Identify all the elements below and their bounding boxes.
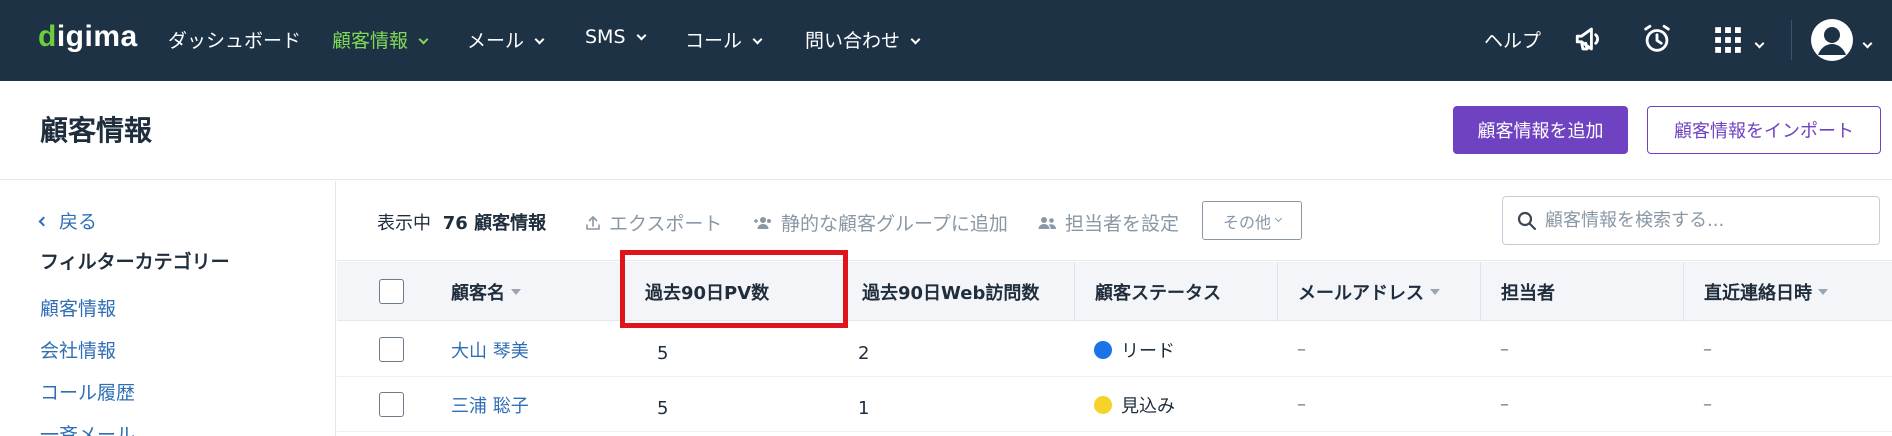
chevron-down-icon: [636, 30, 646, 41]
pv-count-cell: 5: [657, 398, 669, 419]
column-header-web-visits-90d[interactable]: 過去90日Web訪問数: [842, 262, 1074, 321]
nav-help-link[interactable]: ヘルプ: [1484, 26, 1541, 53]
sort-arrow-icon: [1818, 288, 1828, 295]
chevron-down-icon: [910, 34, 921, 45]
table-row[interactable]: 三浦 聡子 5 1 見込み – – –: [337, 377, 1892, 432]
sidebar-item-call-history[interactable]: コール履歴: [40, 378, 135, 405]
chevron-down-icon: [752, 34, 763, 45]
megaphone-icon[interactable]: [1573, 22, 1609, 58]
chevron-down-icon[interactable]: [1754, 22, 1774, 58]
top-navigation-bar: digima ダッシュボード 顧客情報 メール SMS コール 問い合わせ ヘル…: [0, 0, 1892, 81]
filter-sidebar: 戻る フィルターカテゴリー 顧客情報 会社情報 コール履歴 一斉メール: [0, 181, 336, 436]
nav-call[interactable]: コール: [685, 26, 763, 53]
web-visits-cell: 1: [858, 398, 870, 419]
column-header-status[interactable]: 顧客ステータス: [1074, 262, 1277, 321]
people-icon: [1038, 216, 1056, 229]
import-customers-button[interactable]: 顧客情報をインポート: [1647, 106, 1881, 154]
owner-cell: –: [1500, 394, 1509, 415]
pv-count-cell: 5: [657, 343, 669, 364]
sidebar-item-customer-info[interactable]: 顧客情報: [40, 294, 116, 321]
table-toolbar: 表示中 76 顧客情報 エクスポート 静的な顧客グループに追加 担当者を設定 そ…: [337, 181, 1892, 261]
search-icon: [1517, 211, 1537, 230]
status-dot-icon: [1094, 395, 1112, 414]
chevron-down-icon: [534, 34, 545, 45]
assign-owner-button[interactable]: 担当者を設定: [1037, 209, 1179, 236]
user-avatar-icon[interactable]: [1810, 18, 1856, 64]
owner-cell: –: [1500, 339, 1509, 360]
nav-sms[interactable]: SMS: [585, 26, 646, 48]
customer-search-box[interactable]: [1502, 196, 1880, 245]
customer-name-link[interactable]: 三浦 聡子: [451, 377, 529, 432]
apps-grid-icon[interactable]: [1714, 22, 1750, 58]
last-contact-cell: –: [1703, 394, 1712, 415]
table-row[interactable]: 大山 琴美 5 2 リード – – –: [337, 322, 1892, 377]
status-dot-icon: [1094, 340, 1112, 359]
filter-category-heading: フィルターカテゴリー: [40, 251, 230, 273]
email-cell: –: [1297, 394, 1306, 415]
nav-mail[interactable]: メール: [467, 26, 545, 53]
column-header-name[interactable]: 顧客名: [431, 262, 611, 321]
more-actions-dropdown[interactable]: その他: [1202, 201, 1302, 240]
select-all-checkbox[interactable]: [379, 279, 404, 304]
add-to-static-group-button[interactable]: 静的な顧客グループに追加: [753, 209, 1008, 236]
add-customer-button[interactable]: 顧客情報を追加: [1453, 106, 1628, 154]
row-checkbox[interactable]: [379, 392, 404, 417]
page-title: 顧客情報: [40, 114, 153, 147]
row-checkbox[interactable]: [379, 337, 404, 362]
sort-arrow-icon: [511, 288, 521, 295]
search-input[interactable]: [1545, 210, 1865, 231]
chevron-down-icon: [418, 34, 429, 45]
column-header-pv-90d[interactable]: 過去90日PV数: [625, 262, 845, 321]
digima-logo[interactable]: digima: [38, 20, 138, 54]
sort-arrow-icon: [1430, 288, 1440, 295]
table-header-row: 顧客名 過去90日PV数 過去90日Web訪問数 顧客ステータス メールアドレス…: [337, 262, 1892, 321]
back-link[interactable]: 戻る: [38, 207, 97, 234]
sidebar-item-company-info[interactable]: 会社情報: [40, 336, 116, 363]
customer-name-link[interactable]: 大山 琴美: [451, 322, 529, 377]
page-header: 顧客情報 顧客情報を追加 顧客情報をインポート: [0, 81, 1892, 180]
status-cell: 見込み: [1094, 377, 1175, 432]
chevron-left-icon: [38, 216, 49, 227]
record-count: 表示中 76 顧客情報: [377, 213, 547, 234]
nav-customers[interactable]: 顧客情報: [332, 26, 429, 53]
chevron-down-icon: [1274, 214, 1283, 223]
status-cell: リード: [1094, 322, 1175, 377]
column-header-email[interactable]: メールアドレス: [1277, 262, 1480, 321]
last-contact-cell: –: [1703, 339, 1712, 360]
email-cell: –: [1297, 339, 1306, 360]
export-button[interactable]: エクスポート: [585, 209, 722, 236]
nav-divider: [1791, 20, 1792, 60]
nav-inquiries[interactable]: 問い合わせ: [805, 26, 921, 53]
web-visits-cell: 2: [858, 343, 870, 364]
alarm-clock-icon[interactable]: [1640, 22, 1676, 58]
nav-dashboard[interactable]: ダッシュボード: [168, 26, 301, 53]
column-header-owner[interactable]: 担当者: [1480, 262, 1683, 321]
upload-icon: [586, 215, 600, 230]
sidebar-item-bulk-mail[interactable]: 一斉メール: [40, 420, 135, 436]
chevron-down-icon[interactable]: [1862, 22, 1882, 58]
column-header-last-contact[interactable]: 直近連絡日時: [1683, 262, 1883, 321]
group-add-icon: [754, 216, 771, 229]
